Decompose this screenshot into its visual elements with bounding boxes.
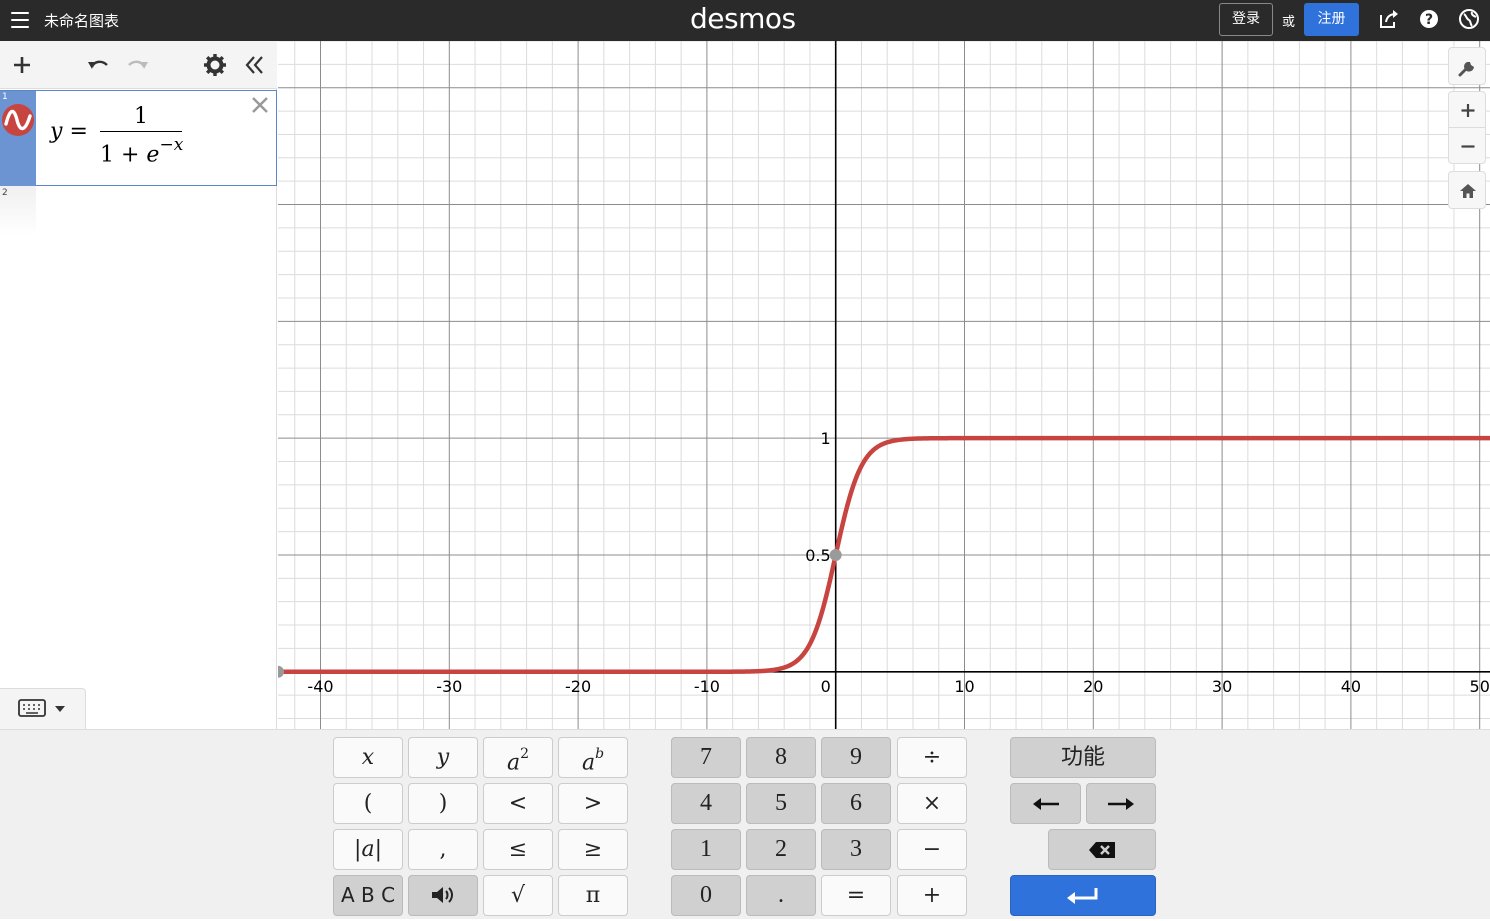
top-bar: 未命名图表 desmos 登录 或 注册 ?	[0, 0, 1490, 41]
expression-item[interactable]: 1 y = 1 1 + e−x	[0, 90, 277, 186]
fraction-numerator: 1	[134, 104, 148, 129]
key-4[interactable]: 4	[671, 783, 741, 824]
empty-expression-item[interactable]: 2	[0, 186, 36, 236]
expression-tab: 1	[0, 91, 36, 186]
key-enter[interactable]	[1010, 875, 1156, 916]
key-1[interactable]: 1	[671, 829, 741, 870]
arrow-right-icon	[1108, 798, 1134, 810]
key-cursor-right[interactable]	[1086, 783, 1156, 824]
key-minus[interactable]: −	[897, 829, 967, 870]
x-tick-label: 0	[821, 677, 831, 696]
add-expression-icon[interactable]	[8, 51, 36, 79]
key-plus[interactable]: +	[897, 875, 967, 916]
key-less-equal[interactable]: ≤	[483, 829, 553, 870]
key-cursor-left[interactable]	[1010, 783, 1081, 824]
key-6[interactable]: 6	[821, 783, 891, 824]
default-viewport-button[interactable]	[1448, 171, 1486, 209]
x-tick-label: -30	[436, 677, 462, 696]
x-tick-label: 10	[954, 677, 974, 696]
keyboard-icon	[18, 699, 65, 717]
hamburger-menu-icon[interactable]	[10, 9, 30, 31]
x-tick-label: 40	[1341, 677, 1361, 696]
x-tick-label: -40	[307, 677, 333, 696]
key-abc[interactable]: A B C	[333, 875, 403, 916]
key-x[interactable]: x	[333, 737, 403, 778]
key-multiply[interactable]: ×	[897, 783, 967, 824]
key-8[interactable]: 8	[746, 737, 816, 778]
settings-gear-icon[interactable]	[201, 51, 229, 79]
graph-title[interactable]: 未命名图表	[44, 10, 119, 31]
x-tick-label: 30	[1212, 677, 1232, 696]
key-0[interactable]: 0	[671, 875, 741, 916]
key-5[interactable]: 5	[746, 783, 816, 824]
help-icon[interactable]: ?	[1418, 8, 1440, 30]
key-absolute-value[interactable]: |a|	[333, 829, 403, 870]
zoom-in-button[interactable]	[1448, 91, 1486, 128]
globe-icon[interactable]	[1458, 8, 1480, 30]
key-3[interactable]: 3	[821, 829, 891, 870]
key-a-squared[interactable]: a2	[483, 737, 553, 778]
key-y[interactable]: y	[408, 737, 478, 778]
home-icon	[1460, 184, 1476, 198]
plus-icon	[1461, 104, 1475, 117]
delete-expression-icon[interactable]	[249, 94, 271, 116]
key-sqrt[interactable]: √	[483, 875, 553, 916]
key-functions[interactable]: 功能	[1010, 737, 1156, 778]
or-text: 或	[1282, 15, 1296, 30]
key-right-paren[interactable]: )	[408, 783, 478, 824]
fraction-denominator: 1 + e	[100, 142, 160, 168]
arrow-left-icon	[1032, 798, 1059, 810]
key-audio[interactable]	[408, 875, 478, 916]
key-greater-than[interactable]: >	[558, 783, 628, 824]
expression-toolbar	[0, 41, 277, 89]
function-color-icon[interactable]	[2, 104, 34, 136]
enter-icon	[1067, 888, 1098, 904]
expression-panel: 1 y = 1 1 + e−x 2	[0, 41, 277, 729]
login-button[interactable]: 登录	[1219, 3, 1273, 36]
redo-icon[interactable]	[124, 51, 152, 79]
x-tick-label: 20	[1083, 677, 1103, 696]
key-backspace[interactable]	[1048, 829, 1156, 870]
key-decimal[interactable]: .	[746, 875, 816, 916]
graph-canvas[interactable]: -40 -30 -20 -10 0 10 20 30 40 50 0.5 1	[278, 41, 1490, 729]
key-9[interactable]: 9	[821, 737, 891, 778]
x-tick-label: -10	[694, 677, 720, 696]
expression-index: 2	[2, 188, 8, 198]
key-divide[interactable]: ÷	[897, 737, 967, 778]
key-7[interactable]: 7	[671, 737, 741, 778]
key-equals[interactable]: =	[821, 875, 891, 916]
desmos-logo: desmos	[690, 2, 796, 35]
point-of-interest[interactable]	[829, 548, 842, 561]
keyboard-toggle-button[interactable]	[0, 688, 86, 729]
share-icon[interactable]	[1378, 8, 1400, 30]
exponent: −x	[159, 135, 184, 155]
signup-button[interactable]: 注册	[1304, 3, 1359, 36]
backspace-icon	[1089, 842, 1115, 858]
wrench-icon	[1458, 62, 1474, 77]
speaker-icon	[432, 887, 453, 903]
point-of-interest[interactable]	[278, 665, 284, 678]
x-tick-label: 50	[1470, 677, 1490, 696]
x-tick-label: -20	[565, 677, 591, 696]
key-2[interactable]: 2	[746, 829, 816, 870]
key-comma[interactable]: ,	[408, 829, 478, 870]
key-a-power-b[interactable]: ab	[558, 737, 628, 778]
collapse-panel-icon[interactable]	[240, 51, 268, 79]
key-less-than[interactable]: <	[483, 783, 553, 824]
undo-icon[interactable]	[84, 51, 112, 79]
y-tick-label: 1	[821, 429, 831, 448]
y-tick-label: 0.5	[805, 546, 830, 565]
key-pi[interactable]: π	[558, 875, 628, 916]
expression-index: 1	[2, 92, 8, 102]
graph-settings-button[interactable]	[1448, 47, 1486, 85]
math-keypad: x y a2 ab ( ) < > |a| , ≤ ≥ A B C √ π 7 …	[0, 729, 1490, 919]
key-left-paren[interactable]: (	[333, 783, 403, 824]
graph-paper[interactable]: -40 -30 -20 -10 0 10 20 30 40 50 0.5 1	[278, 41, 1490, 729]
zoom-out-button[interactable]	[1448, 127, 1486, 164]
svg-text:?: ?	[1425, 12, 1433, 28]
key-greater-equal[interactable]: ≥	[558, 829, 628, 870]
minus-icon	[1461, 145, 1475, 148]
